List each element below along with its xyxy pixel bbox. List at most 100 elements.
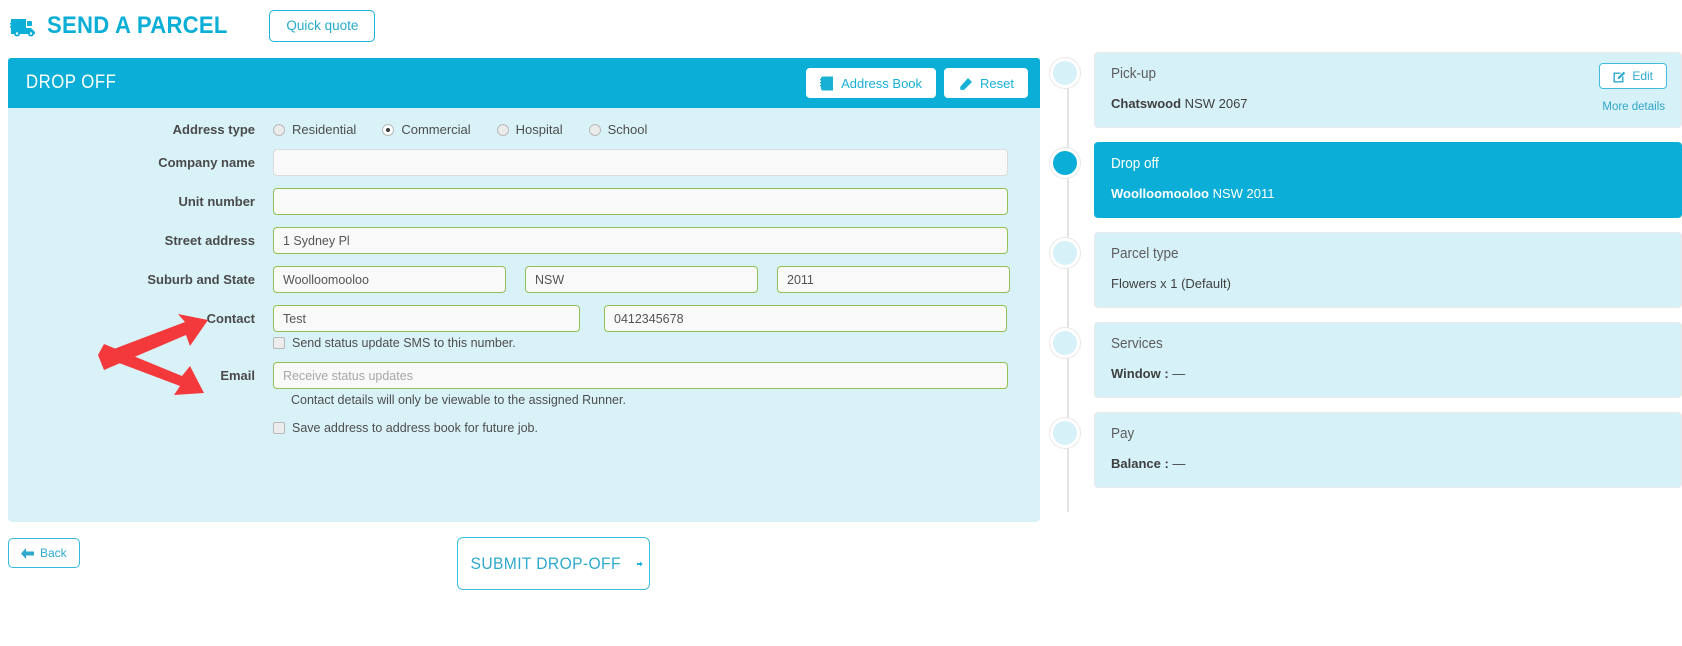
app-page: SEND A PARCEL Quick quote DROP OFF Addre… [0, 0, 1682, 646]
arrow-left-icon [21, 547, 34, 559]
step-dot-dropoff[interactable] [1050, 148, 1080, 178]
email-label: Email [220, 368, 255, 383]
step-dot-pickup[interactable] [1050, 58, 1080, 88]
street-address-input[interactable] [273, 227, 1008, 254]
panel-pay-key: Balance : [1111, 456, 1169, 471]
row-contact: Contact [8, 305, 1040, 332]
reset-label: Reset [980, 75, 1014, 91]
state-input[interactable] [525, 266, 758, 293]
company-name-input[interactable] [273, 149, 1008, 176]
contact-phone-input[interactable] [604, 305, 1007, 332]
email-input[interactable] [273, 362, 1008, 389]
save-address-checkbox[interactable] [273, 422, 285, 434]
sidebar-step-pay: Pay Balance : — [1050, 412, 1682, 488]
arrow-right-icon [637, 561, 643, 566]
submit-drop-off-button[interactable]: SUBMIT DROP-OFF [457, 537, 650, 590]
panel-dropoff-title: Drop off [1111, 155, 1159, 172]
step-dot-pay[interactable] [1050, 418, 1080, 448]
sms-checkbox-label: Send status update SMS to this number. [292, 336, 516, 350]
brand-title: SEND A PARCEL [47, 12, 228, 39]
panel-pickup-body: Chatswood NSW 2067 [1111, 96, 1665, 111]
form-header-actions: Address Book Reset [806, 68, 1028, 98]
radio-dot-icon [273, 123, 285, 136]
radio-hospital[interactable]: Hospital [496, 122, 563, 137]
step-dot-parcel-type[interactable] [1050, 238, 1080, 268]
address-book-button[interactable]: Address Book [806, 68, 937, 98]
pencil-square-icon [1613, 71, 1626, 82]
suburb-input[interactable] [273, 266, 506, 293]
panel-parcel-type-body: Flowers x 1 (Default) [1111, 276, 1231, 291]
row-address-type: Address type Residential Commercial Hosp… [8, 122, 1040, 137]
panel-pickup-title: Pick-up [1111, 65, 1157, 82]
address-book-label: Address Book [841, 75, 923, 91]
radio-commercial[interactable]: Commercial [382, 122, 471, 137]
panel-dropoff-rest: NSW 2011 [1208, 186, 1275, 201]
radio-dot-icon [382, 123, 395, 136]
row-unit-number: Unit number [8, 188, 1040, 215]
back-button[interactable]: Back [8, 538, 80, 568]
panel-dropoff-suburb: Woolloomooloo [1111, 186, 1209, 201]
panel-parcel-type[interactable]: Parcel type Flowers x 1 (Default) [1094, 232, 1682, 308]
truck-icon [10, 19, 35, 37]
radio-hospital-label: Hospital [515, 122, 563, 137]
unit-number-input[interactable] [273, 188, 1008, 215]
row-suburb-state: Suburb and State [8, 266, 1040, 293]
panel-pay[interactable]: Pay Balance : — [1094, 412, 1682, 488]
panel-pay-title: Pay [1111, 425, 1135, 442]
panel-parcel-type-title: Parcel type [1111, 245, 1179, 262]
panel-services[interactable]: Services Window : — [1094, 322, 1682, 398]
panel-dropoff[interactable]: Drop off Woolloomooloo NSW 2011 [1094, 142, 1682, 218]
edit-pickup-button[interactable]: Edit [1599, 63, 1667, 89]
panel-services-title: Services [1111, 335, 1163, 352]
panel-dropoff-body: Woolloomooloo NSW 2011 [1111, 186, 1665, 201]
contact-label: Contact [206, 311, 255, 326]
street-address-label: Street address [164, 233, 255, 248]
unit-number-label: Unit number [178, 194, 255, 209]
sidebar-step-pickup: Pick-up Chatswood NSW 2067 Edit More det… [1050, 52, 1682, 128]
progress-sidebar: Pick-up Chatswood NSW 2067 Edit More det… [1050, 52, 1682, 572]
sms-checkbox[interactable] [273, 337, 285, 349]
panel-pickup-rest: NSW 2067 [1181, 96, 1248, 111]
panel-pay-body: Balance : — [1111, 456, 1665, 471]
form-body: Address type Residential Commercial Hosp… [8, 108, 1040, 435]
panel-pay-value: — [1168, 456, 1186, 471]
submit-label: SUBMIT DROP-OFF [470, 553, 621, 573]
back-label: Back [40, 546, 67, 560]
radio-dot-icon [496, 123, 509, 136]
privacy-note: Contact details will only be viewable to… [291, 393, 626, 407]
row-street-address: Street address [8, 227, 1040, 254]
row-save-address-checkbox: Save address to address book for future … [273, 421, 1040, 435]
row-email: Email [8, 362, 1040, 389]
radio-commercial-label: Commercial [401, 122, 471, 137]
more-details-link[interactable]: More details [1602, 101, 1665, 113]
save-address-checkbox-label: Save address to address book for future … [292, 421, 538, 435]
radio-residential[interactable]: Residential [273, 122, 356, 137]
sidebar-step-parcel-type: Parcel type Flowers x 1 (Default) [1050, 232, 1682, 308]
drop-off-form-card: DROP OFF Address Book Reset Address type… [8, 58, 1040, 522]
contact-name-input[interactable] [273, 305, 580, 332]
postcode-input[interactable] [777, 266, 1010, 293]
radio-school-label: School [607, 122, 648, 137]
quick-quote-button[interactable]: Quick quote [269, 10, 376, 42]
brand-bar: SEND A PARCEL Quick quote [0, 0, 1682, 52]
row-sms-checkbox: Send status update SMS to this number. [273, 336, 1040, 350]
row-company-name: Company name [8, 149, 1040, 176]
address-type-radio-group: Residential Commercial Hospital School [273, 122, 673, 137]
eraser-icon [960, 77, 973, 90]
panel-pickup[interactable]: Pick-up Chatswood NSW 2067 Edit More det… [1094, 52, 1682, 128]
form-header: DROP OFF Address Book Reset [8, 58, 1040, 108]
address-type-label: Address type [172, 122, 255, 137]
book-icon [820, 76, 834, 90]
panel-services-key: Window : [1111, 366, 1169, 381]
reset-button[interactable]: Reset [944, 68, 1028, 98]
panel-services-value: — [1168, 366, 1186, 381]
suburb-state-label: Suburb and State [147, 272, 255, 287]
sidebar-step-dropoff: Drop off Woolloomooloo NSW 2011 [1050, 142, 1682, 218]
step-dot-services[interactable] [1050, 328, 1080, 358]
sidebar-step-services: Services Window : — [1050, 322, 1682, 398]
radio-school[interactable]: School [588, 122, 648, 137]
company-name-label: Company name [158, 155, 255, 170]
radio-dot-icon [588, 123, 601, 136]
form-title: DROP OFF [26, 72, 117, 93]
panel-services-body: Window : — [1111, 366, 1665, 381]
